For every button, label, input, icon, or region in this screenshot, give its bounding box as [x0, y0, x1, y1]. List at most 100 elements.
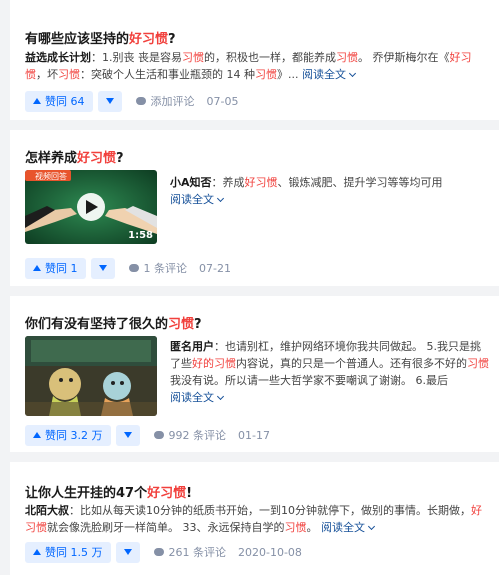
- action-bar: 赞同 1.5 万 261 条评论 2020-10-08: [25, 541, 302, 563]
- downvote-button[interactable]: [97, 90, 122, 112]
- video-thumbnail[interactable]: 视频回答 1:58: [25, 170, 157, 244]
- answer-card-4: 让你人生开挂的47个好习惯! 北陌大叔：比如从每天读10分钟的纸质书开始，一到1…: [10, 462, 499, 575]
- excerpt-fragment: ：突破个人生活和事业瓶颈的 14 种: [80, 68, 255, 81]
- question-title[interactable]: 怎样养成好习惯?: [25, 147, 124, 166]
- read-more-link[interactable]: 阅读全文: [302, 68, 357, 81]
- upvote-label: 赞同 1.5 万: [45, 546, 103, 559]
- read-more-link[interactable]: 阅读全文: [170, 193, 225, 206]
- excerpt-text: ：比如从每天读10分钟的纸质书开始，一到10分钟就停下，做别的事情。长期做，好习…: [25, 504, 482, 534]
- answer-date: 07-05: [206, 94, 239, 108]
- chevron-down-icon: [367, 522, 376, 531]
- downvote-icon: [123, 549, 132, 555]
- comment-button[interactable]: 992 条评论: [153, 427, 227, 443]
- keyword-highlight: 习惯: [467, 357, 489, 370]
- action-bar: 赞同 64 添加评论 07-05: [25, 90, 238, 112]
- downvote-button[interactable]: [115, 424, 140, 446]
- answer-excerpt[interactable]: 益选成长计划：1.别丧 丧是容易习惯的，积极也一样，都能养成习惯。 乔伊斯梅尔在…: [25, 49, 489, 83]
- author-name[interactable]: 益选成长计划: [25, 51, 91, 64]
- keyword-highlight: 好习惯: [244, 176, 278, 189]
- keyword-highlight: 习惯: [336, 51, 358, 64]
- excerpt-fragment: 我没有说。所以请一些大哲学家不要嘲讽了谢谢。 6.最后: [170, 374, 448, 387]
- excerpt-fragment: 就会像洗脸刷牙一样简单。 33、永远保持自学的: [47, 521, 285, 534]
- answer-excerpt[interactable]: 匿名用户：也请别杠，维护网络环境你我共同做起。 5.我只是挑了些好的习惯内容说，…: [170, 338, 489, 406]
- read-more-label: 阅读全文: [321, 521, 365, 534]
- comment-label: 261 条评论: [168, 546, 227, 559]
- downvote-button[interactable]: [90, 257, 115, 279]
- comment-label: 992 条评论: [168, 429, 227, 442]
- answer-date: 01-17: [238, 428, 270, 442]
- title-highlight: 好习惯: [77, 151, 117, 166]
- excerpt-fragment: 。 乔伊斯梅尔在《: [358, 51, 450, 64]
- title-text: 怎样养成: [25, 151, 78, 166]
- keyword-highlight: 习惯: [58, 68, 80, 81]
- comment-label: 添加评论: [150, 95, 195, 108]
- upvote-button[interactable]: 赞同 3.2 万: [25, 424, 111, 446]
- comment-icon: [128, 264, 139, 272]
- title-suffix: !: [186, 486, 193, 501]
- excerpt-fragment: 。: [306, 521, 321, 534]
- read-more-label: 阅读全文: [170, 391, 214, 404]
- excerpt-fragment: 、锻炼减肥、提升学习等等均可用: [277, 176, 443, 189]
- comment-icon: [153, 548, 164, 556]
- title-text: 让你人生开挂的47个: [25, 486, 148, 501]
- chevron-down-icon: [348, 69, 357, 78]
- title-text: 你们有没有坚持了很久的: [25, 317, 169, 332]
- answer-card-3: 你们有没有坚持了很久的习惯? 匿名用户：也请别杠，维护网络环境你我共同做起。 5…: [10, 296, 499, 452]
- excerpt-fragment: ，坏: [36, 68, 58, 81]
- excerpt-text: ：也请别杠，维护网络环境你我共同做起。 5.我只是挑了些好的习惯内容说，真的只是…: [170, 340, 489, 387]
- upvote-button[interactable]: 赞同 1.5 万: [25, 541, 111, 563]
- title-highlight: 习惯: [168, 317, 195, 332]
- comment-button[interactable]: 261 条评论: [153, 544, 227, 560]
- author-name[interactable]: 北陌大叔: [25, 504, 69, 517]
- action-bar: 赞同 1 1 条评论 07-21: [25, 257, 231, 279]
- keyword-highlight: 习惯: [182, 51, 204, 64]
- read-more-label: 阅读全文: [170, 193, 214, 206]
- read-more-label: 阅读全文: [302, 68, 346, 81]
- chevron-down-icon: [216, 392, 225, 401]
- excerpt-fragment: ：1.别丧 丧是容易: [91, 51, 182, 64]
- title-suffix: ?: [116, 151, 124, 166]
- upvote-label: 赞同 64: [45, 95, 85, 108]
- answer-card-2: 怎样养成好习惯? 视频回答 1:58 小A知否：养成好习惯、锻炼减肥、提升学习等…: [10, 130, 499, 286]
- excerpt-fragment: ：比如从每天读10分钟的纸质书开始，一到10分钟就停下，做别的事情。长期做，: [69, 504, 471, 517]
- excerpt-text: ：养成好习惯、锻炼减肥、提升学习等等均可用: [212, 176, 443, 189]
- excerpt-fragment: 的，积极也一样，都能养成: [204, 51, 336, 64]
- excerpt-fragment: 内容说，真的只是一个普通人。还有很多不好的: [236, 357, 467, 370]
- chevron-down-icon: [216, 194, 225, 203]
- downvote-icon: [98, 265, 107, 271]
- answer-date: 07-21: [199, 261, 231, 275]
- video-duration: 1:58: [128, 230, 153, 241]
- keyword-highlight: 好的习惯: [192, 357, 236, 370]
- comment-label: 1 条评论: [143, 262, 188, 275]
- upvote-icon: [33, 549, 41, 555]
- read-more-link[interactable]: 阅读全文: [170, 391, 225, 404]
- title-suffix: ?: [194, 317, 202, 332]
- author-name[interactable]: 小A知否: [170, 176, 212, 189]
- downvote-button[interactable]: [115, 541, 140, 563]
- question-title[interactable]: 让你人生开挂的47个好习惯!: [25, 482, 192, 501]
- comment-icon: [153, 431, 164, 439]
- answer-card-1: 有哪些应该坚持的好习惯? 益选成长计划：1.别丧 丧是容易习惯的，积极也一样，都…: [10, 0, 499, 120]
- cartoon-illustration: [25, 336, 157, 416]
- upvote-button[interactable]: 赞同 64: [25, 90, 93, 112]
- comment-button[interactable]: 1 条评论: [128, 260, 188, 276]
- upvote-button[interactable]: 赞同 1: [25, 257, 86, 279]
- answer-thumbnail[interactable]: [25, 336, 157, 416]
- answer-excerpt[interactable]: 北陌大叔：比如从每天读10分钟的纸质书开始，一到10分钟就停下，做别的事情。长期…: [25, 502, 489, 536]
- upvote-icon: [33, 265, 41, 271]
- upvote-icon: [33, 98, 41, 104]
- upvote-label: 赞同 1: [45, 262, 78, 275]
- title-highlight: 好习惯: [129, 32, 169, 47]
- answer-excerpt[interactable]: 小A知否：养成好习惯、锻炼减肥、提升学习等等均可用 阅读全文: [170, 174, 489, 208]
- downvote-icon: [123, 432, 132, 438]
- title-suffix: ?: [168, 32, 176, 47]
- answer-date: 2020-10-08: [238, 545, 302, 559]
- comment-button[interactable]: 添加评论: [135, 93, 195, 109]
- question-title[interactable]: 有哪些应该坚持的好习惯?: [25, 28, 176, 47]
- upvote-label: 赞同 3.2 万: [45, 429, 103, 442]
- keyword-highlight: 习惯: [284, 521, 307, 534]
- question-title[interactable]: 你们有没有坚持了很久的习惯?: [25, 313, 202, 332]
- read-more-link[interactable]: 阅读全文: [321, 521, 376, 534]
- author-name[interactable]: 匿名用户: [170, 340, 214, 353]
- downvote-icon: [105, 98, 114, 104]
